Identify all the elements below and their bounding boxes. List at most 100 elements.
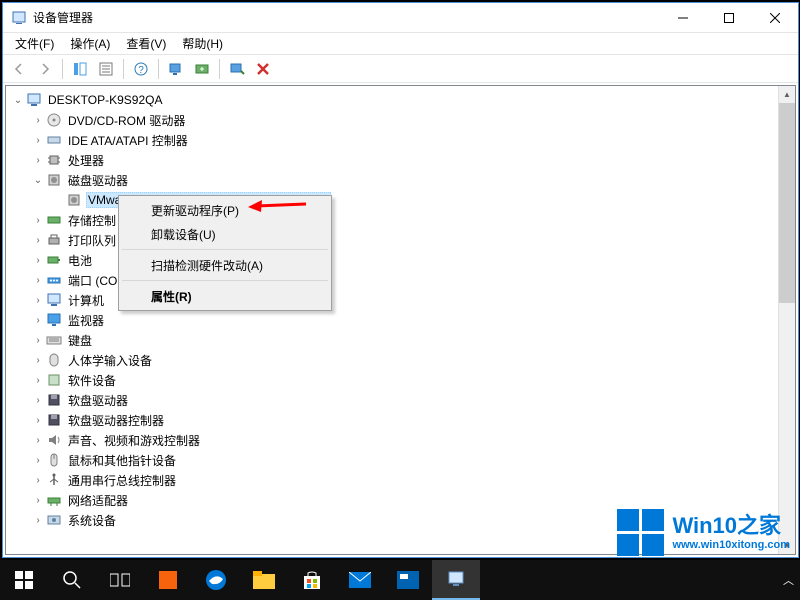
update-driver-button[interactable] (190, 57, 214, 81)
taskbar-app[interactable] (384, 560, 432, 600)
context-menu-separator (122, 280, 328, 281)
expand-icon[interactable]: › (30, 152, 46, 168)
context-menu-item[interactable]: 属性(R) (121, 284, 329, 308)
window-title: 设备管理器 (33, 9, 660, 26)
vertical-scrollbar[interactable]: ▲ ▼ (778, 86, 795, 554)
titlebar: 设备管理器 (3, 3, 798, 33)
edge-button[interactable] (192, 560, 240, 600)
tree-category-label: 人体学输入设备 (66, 351, 154, 370)
tree-category-label: 软盘驱动器控制器 (66, 411, 166, 430)
expand-icon[interactable]: › (30, 272, 46, 288)
tree-category-row[interactable]: ›软件设备 (6, 370, 795, 390)
store-button[interactable] (288, 560, 336, 600)
expand-icon[interactable]: › (30, 232, 46, 248)
mail-button[interactable] (336, 560, 384, 600)
back-button[interactable] (7, 57, 31, 81)
enable-device-button[interactable] (225, 57, 249, 81)
menu-action[interactable]: 操作(A) (62, 33, 118, 54)
tree-category-label: 处理器 (66, 151, 106, 170)
tree-category-row[interactable]: › 人体学输入设备 (6, 350, 795, 370)
maximize-button[interactable] (706, 3, 752, 33)
device-manager-taskbar[interactable] (432, 560, 480, 600)
taskbar-item[interactable] (144, 560, 192, 600)
app-icon (11, 10, 27, 26)
battery-icon (46, 252, 62, 268)
tree-category-label: 网络适配器 (66, 491, 130, 510)
uninstall-device-button[interactable] (251, 57, 275, 81)
expand-icon[interactable]: › (30, 252, 46, 268)
context-menu-item[interactable]: 卸载设备(U) (121, 222, 329, 246)
file-explorer-button[interactable] (240, 560, 288, 600)
scan-hardware-button[interactable] (164, 57, 188, 81)
context-menu: 更新驱动程序(P)卸载设备(U) 扫描检测硬件改动(A) 属性(R) (118, 195, 332, 311)
close-button[interactable] (752, 3, 798, 33)
expand-icon[interactable]: › (30, 432, 46, 448)
expand-icon[interactable]: › (30, 372, 46, 388)
search-button[interactable] (48, 560, 96, 600)
start-button[interactable] (0, 560, 48, 600)
computer-icon (46, 292, 62, 308)
expand-icon[interactable]: › (30, 292, 46, 308)
computer-icon (26, 92, 42, 108)
menu-help[interactable]: 帮助(H) (174, 33, 231, 54)
disk-icon (66, 192, 82, 208)
tree-category-label: 存储控制 (66, 211, 118, 230)
expand-icon[interactable]: › (30, 512, 46, 528)
tree-category-label: 通用串行总线控制器 (66, 471, 178, 490)
help-button[interactable]: ? (129, 57, 153, 81)
expand-icon[interactable]: › (30, 412, 46, 428)
menubar: 文件(F) 操作(A) 查看(V) 帮助(H) (3, 33, 798, 55)
tray-chevron-icon[interactable]: ︿ (783, 572, 794, 588)
expand-icon[interactable]: › (30, 332, 46, 348)
menu-view[interactable]: 查看(V) (118, 33, 174, 54)
tree-category-row[interactable]: ›DVD/CD-ROM 驱动器 (6, 110, 795, 130)
tree-category-row[interactable]: ›声音、视频和游戏控制器 (6, 430, 795, 450)
tree-category-row[interactable]: ⌄磁盘驱动器 (6, 170, 795, 190)
tree-category-label: 软盘驱动器 (66, 391, 130, 410)
tree-category-row[interactable]: ›键盘 (6, 330, 795, 350)
system-icon (46, 512, 62, 528)
tree-category-label: 端口 (CO (66, 271, 119, 290)
collapse-icon[interactable]: ⌄ (30, 172, 46, 188)
toolbar-separator (123, 59, 124, 79)
toolbar-separator (158, 59, 159, 79)
tree-category-row[interactable]: › IDE ATA/ATAPI 控制器 (6, 130, 795, 150)
system-tray[interactable]: ︿ (783, 560, 794, 600)
expand-icon[interactable]: › (30, 352, 46, 368)
audio-icon (46, 432, 62, 448)
context-menu-item[interactable]: 扫描检测硬件改动(A) (121, 253, 329, 277)
properties-button[interactable] (94, 57, 118, 81)
tree-root-row[interactable]: ⌄ DESKTOP-K9S92QA (6, 90, 795, 110)
menu-file[interactable]: 文件(F) (7, 33, 62, 54)
tree-category-row[interactable]: ›鼠标和其他指针设备 (6, 450, 795, 470)
context-menu-item[interactable]: 更新驱动程序(P) (121, 198, 329, 222)
device-tree-pane: ⌄ DESKTOP-K9S92QA ›DVD/CD-ROM 驱动器›IDE AT… (5, 85, 796, 555)
task-view-button[interactable] (96, 560, 144, 600)
cpu-icon (46, 152, 62, 168)
expand-icon[interactable]: › (30, 212, 46, 228)
expand-icon[interactable]: › (30, 112, 46, 128)
expand-icon[interactable]: › (30, 132, 46, 148)
tree-category-row[interactable]: › 软盘驱动器控制器 (6, 410, 795, 430)
toolbar: ? (3, 55, 798, 83)
expand-icon[interactable]: › (30, 312, 46, 328)
scroll-thumb[interactable] (779, 103, 795, 303)
show-hide-tree-button[interactable] (68, 57, 92, 81)
scroll-up-arrow[interactable]: ▲ (779, 86, 795, 103)
collapse-icon[interactable]: ⌄ (10, 92, 26, 108)
tree-category-row[interactable]: › 通用串行总线控制器 (6, 470, 795, 490)
windows-logo-icon (617, 509, 664, 556)
forward-button[interactable] (33, 57, 57, 81)
tree-category-label: IDE ATA/ATAPI 控制器 (66, 131, 190, 150)
tree-category-row[interactable]: ›监视器 (6, 310, 795, 330)
tree-category-row[interactable]: › 网络适配器 (6, 490, 795, 510)
expand-icon[interactable]: › (30, 452, 46, 468)
network-icon (46, 492, 62, 508)
tree-category-row[interactable]: › 软盘驱动器 (6, 390, 795, 410)
expand-icon[interactable]: › (30, 492, 46, 508)
watermark: Win10之家 www.win10xitong.com (617, 509, 790, 556)
expand-icon[interactable]: › (30, 392, 46, 408)
expand-icon[interactable]: › (30, 472, 46, 488)
minimize-button[interactable] (660, 3, 706, 33)
tree-category-row[interactable]: › 处理器 (6, 150, 795, 170)
